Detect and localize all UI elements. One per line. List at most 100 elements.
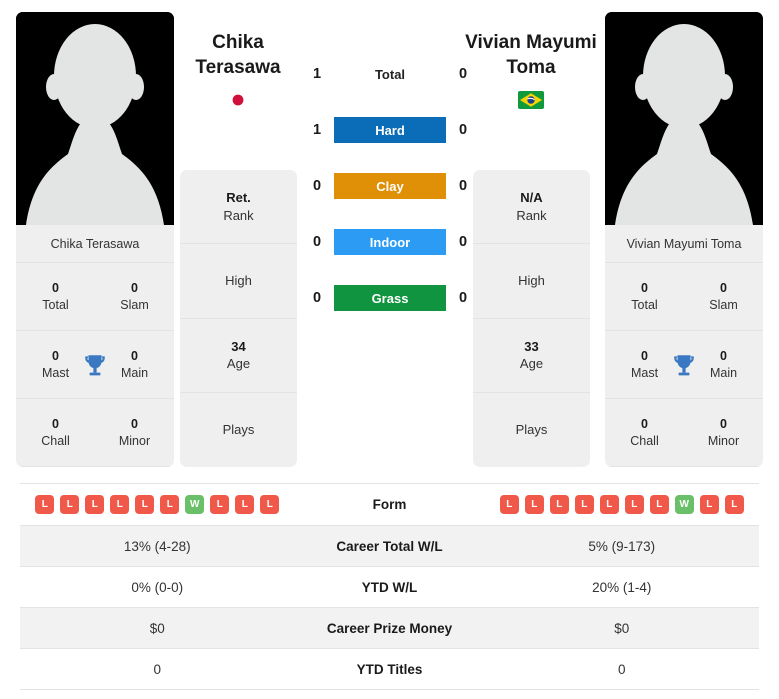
form-badge-loss[interactable]: L: [524, 495, 544, 514]
form-badge-loss[interactable]: L: [260, 495, 280, 514]
h2h-score-right: 0: [458, 66, 468, 82]
title-stat-label: Minor: [707, 433, 740, 448]
player-photo-right: [605, 12, 763, 225]
stat-value-right: 0: [617, 661, 626, 677]
form-badge-loss[interactable]: L: [649, 495, 669, 514]
info-rank-right: N/A Rank: [473, 170, 590, 245]
form-badge-loss[interactable]: L: [724, 495, 744, 514]
form-badge-loss[interactable]: L: [549, 495, 569, 514]
form-badge-loss[interactable]: L: [110, 495, 130, 514]
player-card-right[interactable]: Vivian Mayumi Toma 0 Total 0 Slam 0 Mast: [605, 12, 763, 467]
form-badge-loss[interactable]: L: [135, 495, 155, 514]
flag-japan-icon: [225, 91, 251, 109]
stat-value-left: LLLLLLWLLL: [20, 495, 295, 514]
titles-grid-right: 0 Total 0 Slam 0 Mast 0 Main 0 Chall 0 M…: [605, 263, 763, 467]
form-badge-loss[interactable]: L: [235, 495, 255, 514]
stat-value-right: 20% (1-4): [592, 579, 652, 595]
stat-label: Career Total W/L: [336, 538, 443, 554]
h2h-score-left: 1: [312, 122, 322, 138]
title-stat-value: 0: [641, 416, 648, 431]
person-silhouette-icon: [605, 12, 763, 225]
titles-row: 0 Total 0 Slam: [16, 263, 174, 331]
h2h-score-right: 0: [458, 122, 468, 138]
form-badge-loss[interactable]: L: [160, 495, 180, 514]
info-label: Rank: [223, 207, 254, 223]
info-age-left: 34 Age: [180, 319, 297, 393]
form-badge-loss[interactable]: L: [624, 495, 644, 514]
title-stat-minor: 0 Minor: [684, 416, 763, 450]
stat-value-left: 0: [153, 661, 161, 677]
trophy-icon: [674, 355, 694, 376]
form-badge-loss[interactable]: L: [210, 495, 230, 514]
info-age-right: 33 Age: [473, 319, 590, 393]
info-plays-right: Plays: [473, 393, 590, 467]
head-to-head-surfaces: 1 Total 0 1 Hard 0 0 Clay 0 0 Indoor 0 0…: [300, 60, 480, 340]
table-row-career-total-wl: 13% (4-28) Career Total W/L 5% (9-173): [20, 526, 759, 567]
title-stat-label: Total: [631, 297, 658, 312]
form-badge-win[interactable]: W: [674, 495, 694, 514]
player-photo-caption-right: Vivian Mayumi Toma: [605, 225, 763, 263]
title-stat-label: Chall: [41, 433, 70, 448]
title-stat-label: Slam: [120, 297, 149, 312]
form-badge-loss[interactable]: L: [85, 495, 105, 514]
title-stat-value: 0: [720, 416, 727, 431]
h2h-row-clay: 0 Clay 0: [300, 172, 480, 200]
form-badge-loss[interactable]: L: [60, 495, 80, 514]
player-card-left[interactable]: Chika Terasawa 0 Total 0 Slam 0 Mast 0 M…: [16, 12, 174, 467]
title-stat-minor: 0 Minor: [95, 416, 174, 450]
title-stat-slam: 0 Slam: [684, 280, 763, 314]
info-label: High: [518, 273, 545, 289]
form-badges-left: LLLLLLWLLL: [35, 495, 280, 514]
form-badge-loss[interactable]: L: [499, 495, 519, 514]
player-info-card-right: N/A Rank High 33 Age Plays: [473, 170, 590, 467]
h2h-score-left: 0: [312, 290, 322, 306]
stat-label: YTD Titles: [356, 661, 423, 677]
form-badge-loss[interactable]: L: [599, 495, 619, 514]
title-stat-label: Minor: [118, 433, 151, 448]
h2h-row-indoor: 0 Indoor 0: [300, 228, 480, 256]
h2h-surface-badge-hard[interactable]: Hard: [334, 117, 446, 143]
h2h-surface-badge-clay[interactable]: Clay: [334, 173, 446, 199]
h2h-row-grass: 0 Grass 0: [300, 284, 480, 312]
title-stat-label: Total: [42, 297, 69, 312]
stat-label: Career Prize Money: [326, 620, 453, 636]
titles-grid-left: 0 Total 0 Slam 0 Mast 0 Main 0 Chall 0 M…: [16, 263, 174, 467]
info-label: Plays: [515, 422, 548, 438]
info-value: 33: [524, 338, 539, 354]
title-stat-value: 0: [131, 416, 138, 431]
info-plays-left: Plays: [180, 393, 297, 467]
form-badge-loss[interactable]: L: [699, 495, 719, 514]
h2h-score-left: 1: [312, 66, 322, 82]
player-comparison-header: Chika Terasawa 0 Total 0 Slam 0 Mast 0 M…: [0, 0, 779, 475]
title-stat-value: 0: [641, 280, 648, 295]
stat-value-right: 5% (9-173): [588, 538, 656, 554]
info-label: Rank: [516, 207, 547, 223]
info-value: Ret.: [226, 190, 251, 206]
info-label: Age: [519, 356, 544, 372]
info-high-left: High: [180, 244, 297, 319]
title-stat-label: Slam: [709, 297, 738, 312]
title-stat-chall: 0 Chall: [605, 416, 684, 450]
titles-row: 0 Total 0 Slam: [605, 263, 763, 331]
title-stat-slam: 0 Slam: [95, 280, 174, 314]
player-info-card-left: Ret. Rank High 34 Age Plays: [180, 170, 297, 467]
form-badge-win[interactable]: W: [185, 495, 205, 514]
titles-row: 0 Chall 0 Minor: [16, 399, 174, 467]
table-row-ytd-titles: 0 YTD Titles 0: [20, 649, 759, 690]
stat-value-left: $0: [149, 620, 165, 636]
info-rank-left: Ret. Rank: [180, 170, 297, 245]
info-label: Age: [226, 356, 251, 372]
title-stat-value: 0: [720, 280, 727, 295]
h2h-score-left: 0: [312, 234, 322, 250]
info-value: N/A: [520, 190, 543, 206]
info-label: High: [225, 273, 252, 289]
h2h-surface-badge-grass[interactable]: Grass: [334, 285, 446, 311]
title-stat-value: 0: [131, 280, 138, 295]
stat-value-right: LLLLLLLWLL: [485, 495, 760, 514]
info-high-right: High: [473, 244, 590, 319]
form-badge-loss[interactable]: L: [35, 495, 55, 514]
h2h-surface-badge-indoor[interactable]: Indoor: [334, 229, 446, 255]
table-row-career-prize-money: $0 Career Prize Money $0: [20, 608, 759, 649]
info-value: 34: [231, 338, 246, 354]
form-badge-loss[interactable]: L: [574, 495, 594, 514]
